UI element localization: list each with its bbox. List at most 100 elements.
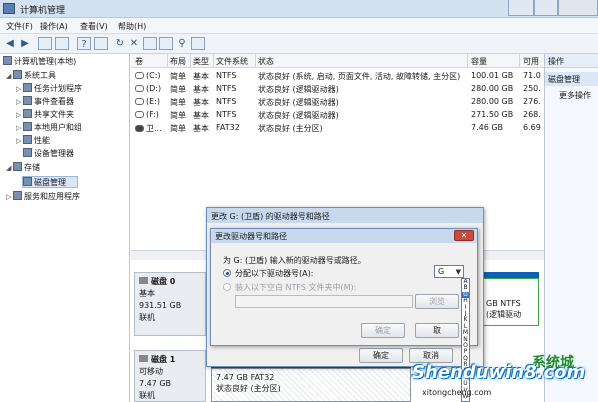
open-icon[interactable] bbox=[159, 37, 173, 50]
tree-item-device-manager[interactable]: 设备管理器 bbox=[23, 148, 74, 160]
tree-item-performance[interactable]: ▷ 性能 bbox=[16, 135, 50, 147]
volume-icon bbox=[135, 72, 144, 79]
outer-ok-button[interactable]: 确定 bbox=[359, 348, 403, 363]
close-icon[interactable]: ✕ bbox=[454, 230, 474, 241]
toolbar: ◀ ▶ ? ↻ ✕ ⚲ bbox=[0, 34, 598, 54]
volume-type: 基本 bbox=[193, 72, 209, 81]
menu-action[interactable]: 操作(A) bbox=[40, 21, 68, 32]
browse-button[interactable]: 浏览 bbox=[415, 294, 459, 309]
disk-0-label[interactable]: 磁盘 0 基本 931.51 GB 联机 bbox=[134, 272, 206, 336]
tree-item-label: 设备管理器 bbox=[34, 149, 74, 158]
menu-bar: 文件(F) 操作(A) 查看(V) 帮助(H) bbox=[0, 18, 598, 34]
tree-item-disk-management[interactable]: 磁盘管理 bbox=[22, 176, 78, 188]
volume-name: (C:) bbox=[135, 71, 161, 80]
column-header-type[interactable]: 类型 bbox=[193, 56, 209, 67]
tree-root[interactable]: 计算机管理(本地) bbox=[3, 56, 76, 68]
refresh-icon[interactable]: ↻ bbox=[113, 37, 127, 50]
menu-help[interactable]: 帮助(H) bbox=[118, 21, 146, 32]
properties-icon[interactable] bbox=[94, 37, 108, 50]
disk-management-icon bbox=[23, 177, 32, 186]
table-row[interactable]: (C:) 简单 基本 NTFS 状态良好 (系统, 启动, 页面文件, 活动, … bbox=[131, 70, 544, 82]
computer-management-icon bbox=[3, 3, 15, 14]
partition-removable[interactable]: 7.47 GB FAT32 状态良好 (主分区) bbox=[211, 368, 411, 402]
mount-folder-label: 装入以下空白 NTFS 文件夹中(M): bbox=[235, 283, 357, 292]
actions-section-disk-management[interactable]: 磁盘管理 bbox=[545, 72, 598, 86]
users-icon bbox=[23, 122, 32, 131]
shared-folder-icon bbox=[23, 109, 32, 118]
disk-status: 联机 bbox=[139, 313, 155, 322]
delete-icon[interactable]: ✕ bbox=[127, 37, 141, 50]
tree-item-services-apps[interactable]: ▷ 服务和应用程序 bbox=[6, 191, 80, 203]
volume-free: 276. bbox=[523, 97, 541, 106]
volume-layout: 简单 bbox=[170, 98, 186, 107]
expand-arrow-icon[interactable]: ▷ bbox=[16, 83, 23, 95]
column-header-layout[interactable]: 布局 bbox=[170, 56, 186, 67]
table-row[interactable]: 卫... 简单 基本 FAT32 状态良好 (主分区) 7.46 GB 6.69 bbox=[131, 122, 544, 134]
close-button[interactable] bbox=[558, 0, 598, 16]
menu-view[interactable]: 查看(V) bbox=[80, 21, 108, 32]
expand-arrow-icon[interactable]: ▷ bbox=[16, 109, 23, 121]
tree-item-label: 服务和应用程序 bbox=[24, 192, 80, 201]
folder-path-input[interactable] bbox=[235, 295, 413, 308]
expand-arrow-icon[interactable]: ▷ bbox=[16, 122, 23, 134]
tree-item-storage[interactable]: ◢ 存储 bbox=[6, 162, 40, 174]
device-manager-icon bbox=[23, 148, 32, 157]
volume-layout: 简单 bbox=[170, 111, 186, 120]
search-icon[interactable]: ⚲ bbox=[175, 37, 189, 50]
ok-button[interactable]: 确定 bbox=[361, 323, 405, 338]
watermark: 系统城 Shenduwin8.com xitongcheng.com bbox=[408, 352, 598, 402]
minimize-button[interactable] bbox=[508, 0, 534, 16]
partition-logical-drive[interactable]: GB NTFS (逻辑驱动 bbox=[481, 278, 539, 326]
volume-filesystem: FAT32 bbox=[216, 123, 240, 132]
column-header-capacity[interactable]: 容量 bbox=[471, 56, 487, 67]
tree-item-local-users[interactable]: ▷ 本地用户和组 bbox=[16, 122, 82, 134]
menu-file[interactable]: 文件(F) bbox=[6, 21, 33, 32]
mount-folder-radio[interactable] bbox=[223, 283, 231, 291]
settings-icon[interactable] bbox=[191, 37, 205, 50]
table-row[interactable]: (E:) 简单 基本 NTFS 状态良好 (逻辑驱动器) 280.00 GB 2… bbox=[131, 96, 544, 108]
drive-letter-value: G bbox=[438, 267, 445, 276]
volume-icon bbox=[135, 98, 144, 105]
tree-item-task-scheduler[interactable]: ▷ 任务计划程序 bbox=[16, 83, 82, 95]
more-actions-link[interactable]: 更多操作 bbox=[559, 90, 591, 101]
show-hide-tree-icon[interactable] bbox=[55, 37, 69, 50]
volume-filesystem: NTFS bbox=[216, 97, 237, 106]
removable-volume-icon bbox=[135, 125, 144, 132]
back-icon[interactable]: ◀ bbox=[3, 37, 17, 50]
volume-free: 268. bbox=[523, 110, 541, 119]
disk-type: 基本 bbox=[139, 289, 155, 298]
tree-item-label: 系统工具 bbox=[24, 71, 56, 80]
table-row[interactable]: (F:) 简单 基本 NTFS 状态良好 (逻辑驱动器) 271.50 GB 2… bbox=[131, 109, 544, 121]
column-header-status[interactable]: 状态 bbox=[258, 56, 274, 67]
collapse-arrow-icon[interactable]: ◢ bbox=[6, 162, 13, 174]
column-header-filesystem[interactable]: 文件系统 bbox=[216, 56, 248, 67]
expand-arrow-icon[interactable]: ▷ bbox=[16, 96, 23, 108]
tree-item-event-viewer[interactable]: ▷ 事件查看器 bbox=[16, 96, 74, 108]
drive-letter-select[interactable]: G ▼ bbox=[434, 265, 464, 278]
volume-list-header: 卷 布局 类型 文件系统 状态 容量 可用 bbox=[131, 54, 544, 68]
cancel-button[interactable]: 取 bbox=[415, 323, 459, 338]
help-icon[interactable]: ? bbox=[77, 37, 91, 50]
column-header-volume[interactable]: 卷 bbox=[135, 56, 143, 67]
table-row[interactable]: (D:) 简单 基本 NTFS 状态良好 (逻辑驱动器) 280.00 GB 2… bbox=[131, 83, 544, 95]
forward-icon[interactable]: ▶ bbox=[18, 37, 32, 50]
up-folder-icon[interactable] bbox=[38, 37, 52, 50]
tree-item-shared-folders[interactable]: ▷ 共享文件夹 bbox=[16, 109, 74, 121]
volume-status: 状态良好 (逻辑驱动器) bbox=[258, 85, 339, 94]
disk-1-label[interactable]: 磁盘 1 可移动 7.47 GB 联机 bbox=[134, 350, 206, 402]
expand-arrow-icon[interactable]: ▷ bbox=[6, 191, 13, 203]
volume-type: 基本 bbox=[193, 124, 209, 133]
volume-capacity: 271.50 GB bbox=[471, 110, 514, 119]
volume-status: 状态良好 (逻辑驱动器) bbox=[258, 111, 339, 120]
window-title: 计算机管理 bbox=[20, 6, 66, 16]
disk-name: 磁盘 1 bbox=[151, 355, 176, 364]
maximize-button[interactable] bbox=[534, 0, 558, 16]
new-icon[interactable] bbox=[143, 37, 157, 50]
volume-icon bbox=[135, 85, 144, 92]
tree-item-system-tools[interactable]: ◢ 系统工具 bbox=[6, 70, 56, 82]
assign-letter-radio[interactable] bbox=[223, 269, 231, 277]
collapse-arrow-icon[interactable]: ◢ bbox=[6, 70, 13, 82]
expand-arrow-icon[interactable]: ▷ bbox=[16, 135, 23, 147]
column-header-free[interactable]: 可用 bbox=[523, 56, 539, 67]
volume-layout: 简单 bbox=[170, 72, 186, 81]
